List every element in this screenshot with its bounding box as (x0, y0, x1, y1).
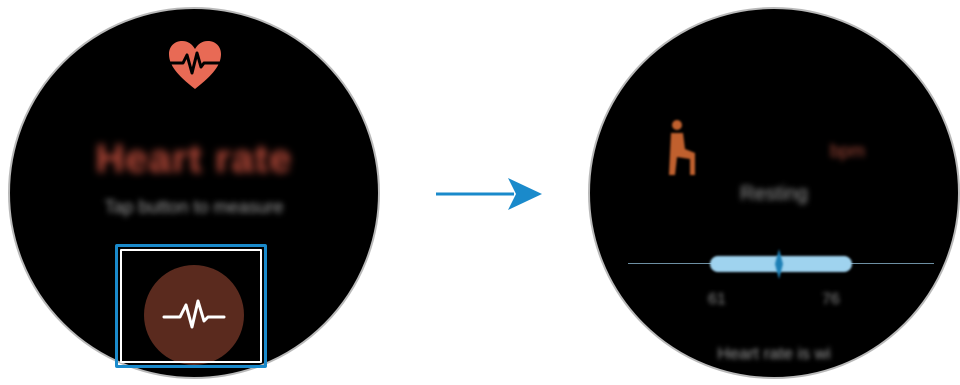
status-text: Resting (740, 183, 808, 205)
range-marker-icon (775, 249, 783, 279)
range-low-label: 61 (708, 291, 726, 308)
watch-screen-right: bpm Resting 61 76 Heart rate is wi (588, 7, 960, 379)
measure-button-highlight (115, 244, 267, 368)
page-title: Heart rate (95, 137, 293, 181)
sitting-person-icon (669, 120, 695, 175)
range-high-label: 76 (822, 291, 840, 308)
bpm-value (718, 95, 828, 165)
bpm-unit: bpm (830, 141, 866, 161)
subtitle-text: Tap button to measure (104, 197, 284, 217)
result-message: Heart rate is wi (717, 344, 831, 363)
right-arrow-icon (436, 178, 542, 210)
heart-pulse-icon (169, 41, 221, 89)
